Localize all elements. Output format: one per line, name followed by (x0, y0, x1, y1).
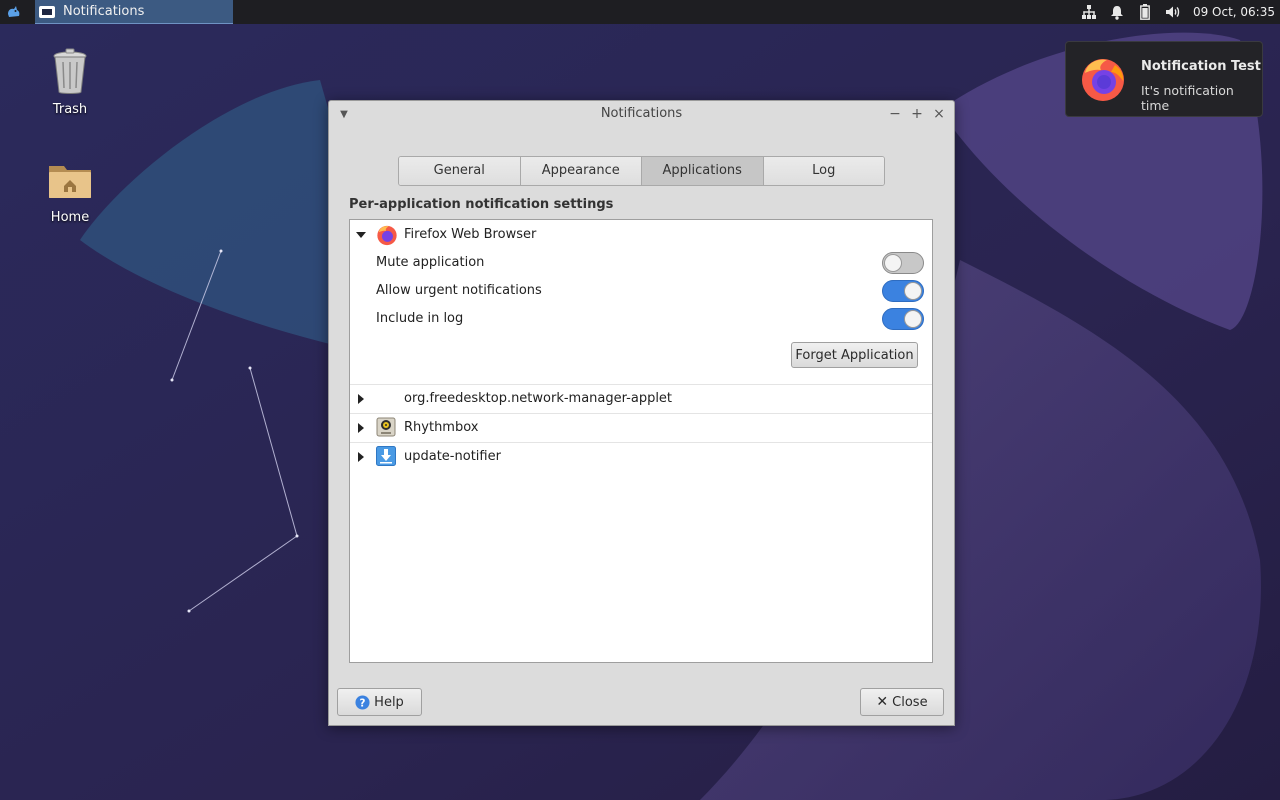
notifications-settings-window: ▼ Notifications − + × General Appearance… (328, 100, 955, 726)
tab-applications[interactable]: Applications (642, 157, 764, 185)
expander-right-icon[interactable] (358, 394, 364, 404)
app-name: Rhythmbox (404, 420, 479, 435)
section-label: Per-application notification settings (349, 197, 614, 212)
option-allow-urgent: Allow urgent notifications (376, 277, 926, 305)
allow-urgent-toggle[interactable] (882, 280, 924, 302)
close-button[interactable]: ✕ Close (860, 688, 944, 716)
expander-down-icon[interactable] (356, 232, 366, 238)
app-row-update-notifier[interactable]: update-notifier (350, 442, 932, 471)
desktop-icon-label: Home (50, 210, 90, 225)
expander-right-icon[interactable] (358, 452, 364, 462)
notification-popup[interactable]: Notification Test It's notification time (1065, 41, 1263, 117)
clock[interactable]: 09 Oct, 06:35 (1193, 5, 1275, 19)
option-label: Allow urgent notifications (376, 283, 542, 298)
help-button[interactable]: ? Help (337, 688, 422, 716)
notification-body: It's notification time (1141, 83, 1234, 113)
download-arrow-icon (376, 446, 397, 467)
option-label: Include in log (376, 311, 464, 326)
svg-text:?: ? (360, 697, 366, 709)
window-title: Notifications (600, 106, 683, 121)
firefox-icon (1079, 55, 1127, 103)
app-row-network-manager[interactable]: org.freedesktop.network-manager-applet (350, 384, 932, 414)
battery-icon[interactable] (1137, 4, 1153, 20)
system-tray: 09 Oct, 06:35 (1075, 0, 1280, 24)
rhythmbox-icon (376, 417, 397, 438)
forget-application-button[interactable]: Forget Application (791, 342, 918, 368)
tab-log[interactable]: Log (763, 157, 884, 185)
maximize-icon[interactable]: + (908, 105, 926, 123)
volume-icon[interactable] (1165, 4, 1181, 20)
taskbar-item-notifications[interactable]: Notifications (35, 0, 233, 24)
taskbar-item-label: Notifications (63, 4, 145, 19)
close-icon[interactable]: × (930, 105, 948, 123)
home-folder-icon (46, 156, 94, 204)
expander-right-icon[interactable] (358, 423, 364, 433)
close-button-label: Close (892, 694, 928, 710)
option-include-in-log: Include in log (376, 305, 926, 333)
app-name: Firefox Web Browser (404, 227, 537, 242)
include-in-log-toggle[interactable] (882, 308, 924, 330)
bell-icon[interactable] (1109, 4, 1125, 20)
close-x-icon: ✕ (876, 694, 889, 710)
app-row-rhythmbox[interactable]: Rhythmbox (350, 413, 932, 443)
window-titlebar[interactable]: ▼ Notifications − + × (329, 101, 954, 127)
app-name: org.freedesktop.network-manager-applet (404, 391, 673, 406)
tab-general[interactable]: General (399, 157, 521, 185)
notifications-app-icon (39, 5, 55, 18)
tab-appearance[interactable]: Appearance (520, 157, 642, 185)
help-button-label: Help (374, 694, 404, 710)
tab-bar: General Appearance Applications Log (398, 156, 885, 186)
help-icon: ? (355, 694, 370, 710)
app-row-firefox[interactable]: Firefox Web Browser (350, 220, 932, 249)
application-list: Firefox Web Browser Mute application All… (349, 219, 933, 663)
xfce-menu-icon[interactable] (3, 2, 25, 22)
app-name: update-notifier (404, 449, 501, 464)
desktop-icon-home[interactable]: Home (30, 156, 110, 225)
network-icon[interactable] (1081, 4, 1097, 20)
option-mute-application: Mute application (376, 249, 926, 277)
desktop-icon-trash[interactable]: Trash (30, 48, 110, 117)
top-panel: Notifications 09 Oct, 06:35 (0, 0, 1280, 24)
notification-title: Notification Test (1141, 59, 1261, 74)
desktop-icon-label: Trash (52, 102, 88, 117)
option-label: Mute application (376, 255, 485, 270)
mute-application-toggle[interactable] (882, 252, 924, 274)
trash-icon (46, 48, 94, 96)
minimize-icon[interactable]: − (886, 105, 904, 123)
firefox-icon (376, 224, 397, 246)
